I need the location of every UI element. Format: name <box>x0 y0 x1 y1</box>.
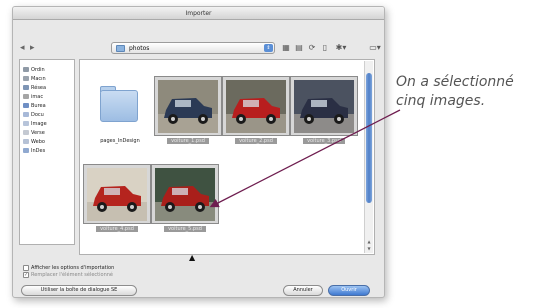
car-photo-thumbnail <box>226 80 286 133</box>
sidebar-location-icon <box>23 139 29 144</box>
scroll-down-arrow-icon[interactable]: ▼ <box>365 246 373 251</box>
refresh-icon[interactable]: ⟳ <box>307 43 317 53</box>
image-file-item[interactable]: voiture_2.psd <box>222 76 290 156</box>
checkbox-icon <box>23 264 29 271</box>
sidebar-item[interactable]: Webo <box>23 138 45 147</box>
folder-icon <box>100 90 138 122</box>
folder-item[interactable]: pages_InDesign <box>86 76 154 156</box>
file-name: pages_InDesign <box>86 138 154 145</box>
use-se-dialog-button[interactable]: Utiliser la boîte de dialogue SE <box>21 285 137 296</box>
sidebar-item[interactable]: Ordin <box>23 66 45 75</box>
vertical-scrollbar[interactable]: ▲ ▼ <box>364 61 373 253</box>
thumbnail-frame <box>290 76 358 136</box>
file-name-text: pages_InDesign <box>100 138 140 144</box>
sidebar-item-label: Macın <box>31 76 46 82</box>
car-photo-thumbnail <box>294 80 354 133</box>
sidebar-item[interactable]: Image <box>23 120 47 129</box>
sidebar-location-icon <box>23 85 29 90</box>
sidebar-location-icon <box>23 103 29 108</box>
back-arrow-icon[interactable]: ◂ <box>20 42 25 54</box>
thumbnail-frame <box>154 76 222 136</box>
dialog-title: Importer <box>13 7 384 20</box>
mouse-pointer-icon: ▲ <box>189 253 196 262</box>
sidebar-location-icon <box>23 67 29 72</box>
sidebar-location-icon <box>23 76 29 81</box>
sidebar-location-icon <box>23 112 29 117</box>
open-button[interactable]: Ouvrir <box>328 285 370 296</box>
thumbnail-frame <box>83 164 151 224</box>
view-options-icon[interactable]: ▭▾ <box>368 43 382 53</box>
file-name: voiture_5.psd <box>151 226 219 233</box>
sidebar-item[interactable]: Burea <box>23 102 46 111</box>
import-dialog: Importer ◂ ▸ photos ⇕ ▦ ▤ ⟳ ▯ ✱▾ ▭▾ Ordi… <box>12 6 385 298</box>
folder-popup[interactable]: photos ⇕ <box>111 42 275 54</box>
thumbnail-frame <box>86 76 154 136</box>
file-name: voiture_4.psd <box>83 226 151 233</box>
sidebar-item[interactable]: Verse <box>23 129 45 138</box>
folder-icon <box>116 45 125 52</box>
folder-name: photos <box>129 45 150 52</box>
file-name-text: voiture_3.psd <box>303 138 345 144</box>
sidebar-item-label: Image <box>31 121 47 127</box>
sidebar-location-icon <box>23 94 29 99</box>
file-name-text: voiture_5.psd <box>164 226 206 232</box>
sidebar-item-label: Résea <box>31 85 47 91</box>
file-name: voiture_1.psd <box>154 138 222 145</box>
image-file-item[interactable]: voiture_4.psd <box>83 164 151 244</box>
sidebar-item-label: InDes <box>31 148 46 154</box>
thumbnail-frame <box>222 76 290 136</box>
file-browser: ▲ ▼ pages_InDesign voiture_1.psd voiture_2… <box>79 59 375 255</box>
sidebar-item-label: Ordin <box>31 67 45 73</box>
sidebar-item-label: Burea <box>31 103 46 109</box>
sidebar-item-label: Webo <box>31 139 45 145</box>
sidebar-item[interactable]: Résea <box>23 84 46 93</box>
popup-arrows-icon: ⇕ <box>264 44 273 52</box>
image-file-item[interactable]: voiture_3.psd <box>290 76 358 156</box>
sidebar-item-label: Verse <box>31 130 45 136</box>
sidebar-location-icon <box>23 121 29 126</box>
checkmark-icon: ✓ <box>23 271 29 278</box>
forward-arrow-icon[interactable]: ▸ <box>30 42 35 54</box>
file-name-text: voiture_2.psd <box>235 138 277 144</box>
sidebar-item-label: imac <box>31 94 44 100</box>
sidebar-item[interactable]: Docu <box>23 111 44 120</box>
action-menu-icon[interactable]: ✱▾ <box>334 43 348 53</box>
sidebar: Ordin Macın Résea imac Burea Docu Image Verse We… <box>19 59 75 245</box>
sidebar-location-icon <box>23 130 29 135</box>
sidebar-item[interactable]: Macın <box>23 75 46 84</box>
car-photo-thumbnail <box>87 168 147 221</box>
scroll-thumb[interactable] <box>366 73 372 203</box>
car-photo-thumbnail <box>158 80 218 133</box>
annotation-line-1: On a sélectionné <box>396 74 514 90</box>
file-name: voiture_3.psd <box>290 138 358 145</box>
scroll-up-arrow-icon[interactable]: ▲ <box>365 239 373 244</box>
icon-view-icon[interactable]: ▦ <box>281 43 291 53</box>
sidebar-item[interactable]: InDes <box>23 147 45 156</box>
image-file-item[interactable]: voiture_5.psd <box>151 164 219 244</box>
annotation-line-2: cinq images. <box>396 93 486 109</box>
sidebar-location-icon <box>23 148 29 153</box>
image-file-item[interactable]: voiture_1.psd <box>154 76 222 156</box>
replace-selected-label: Remplacer l'élément sélectionné <box>31 272 113 278</box>
file-name-text: voiture_1.psd <box>167 138 209 144</box>
cancel-button[interactable]: Annuler <box>283 285 323 296</box>
file-name: voiture_2.psd <box>222 138 290 145</box>
trash-icon[interactable]: ▯ <box>320 43 330 53</box>
thumbnail-frame <box>151 164 219 224</box>
sidebar-item[interactable]: imac <box>23 93 43 102</box>
replace-selected-checkbox[interactable]: ✓ Remplacer l'élément sélectionné <box>23 271 113 279</box>
list-view-icon[interactable]: ▤ <box>294 43 304 53</box>
file-name-text: voiture_4.psd <box>96 226 138 232</box>
car-photo-thumbnail <box>155 168 215 221</box>
annotation: On a sélectionné cinq images. <box>396 73 537 111</box>
sidebar-item-label: Docu <box>31 112 44 118</box>
